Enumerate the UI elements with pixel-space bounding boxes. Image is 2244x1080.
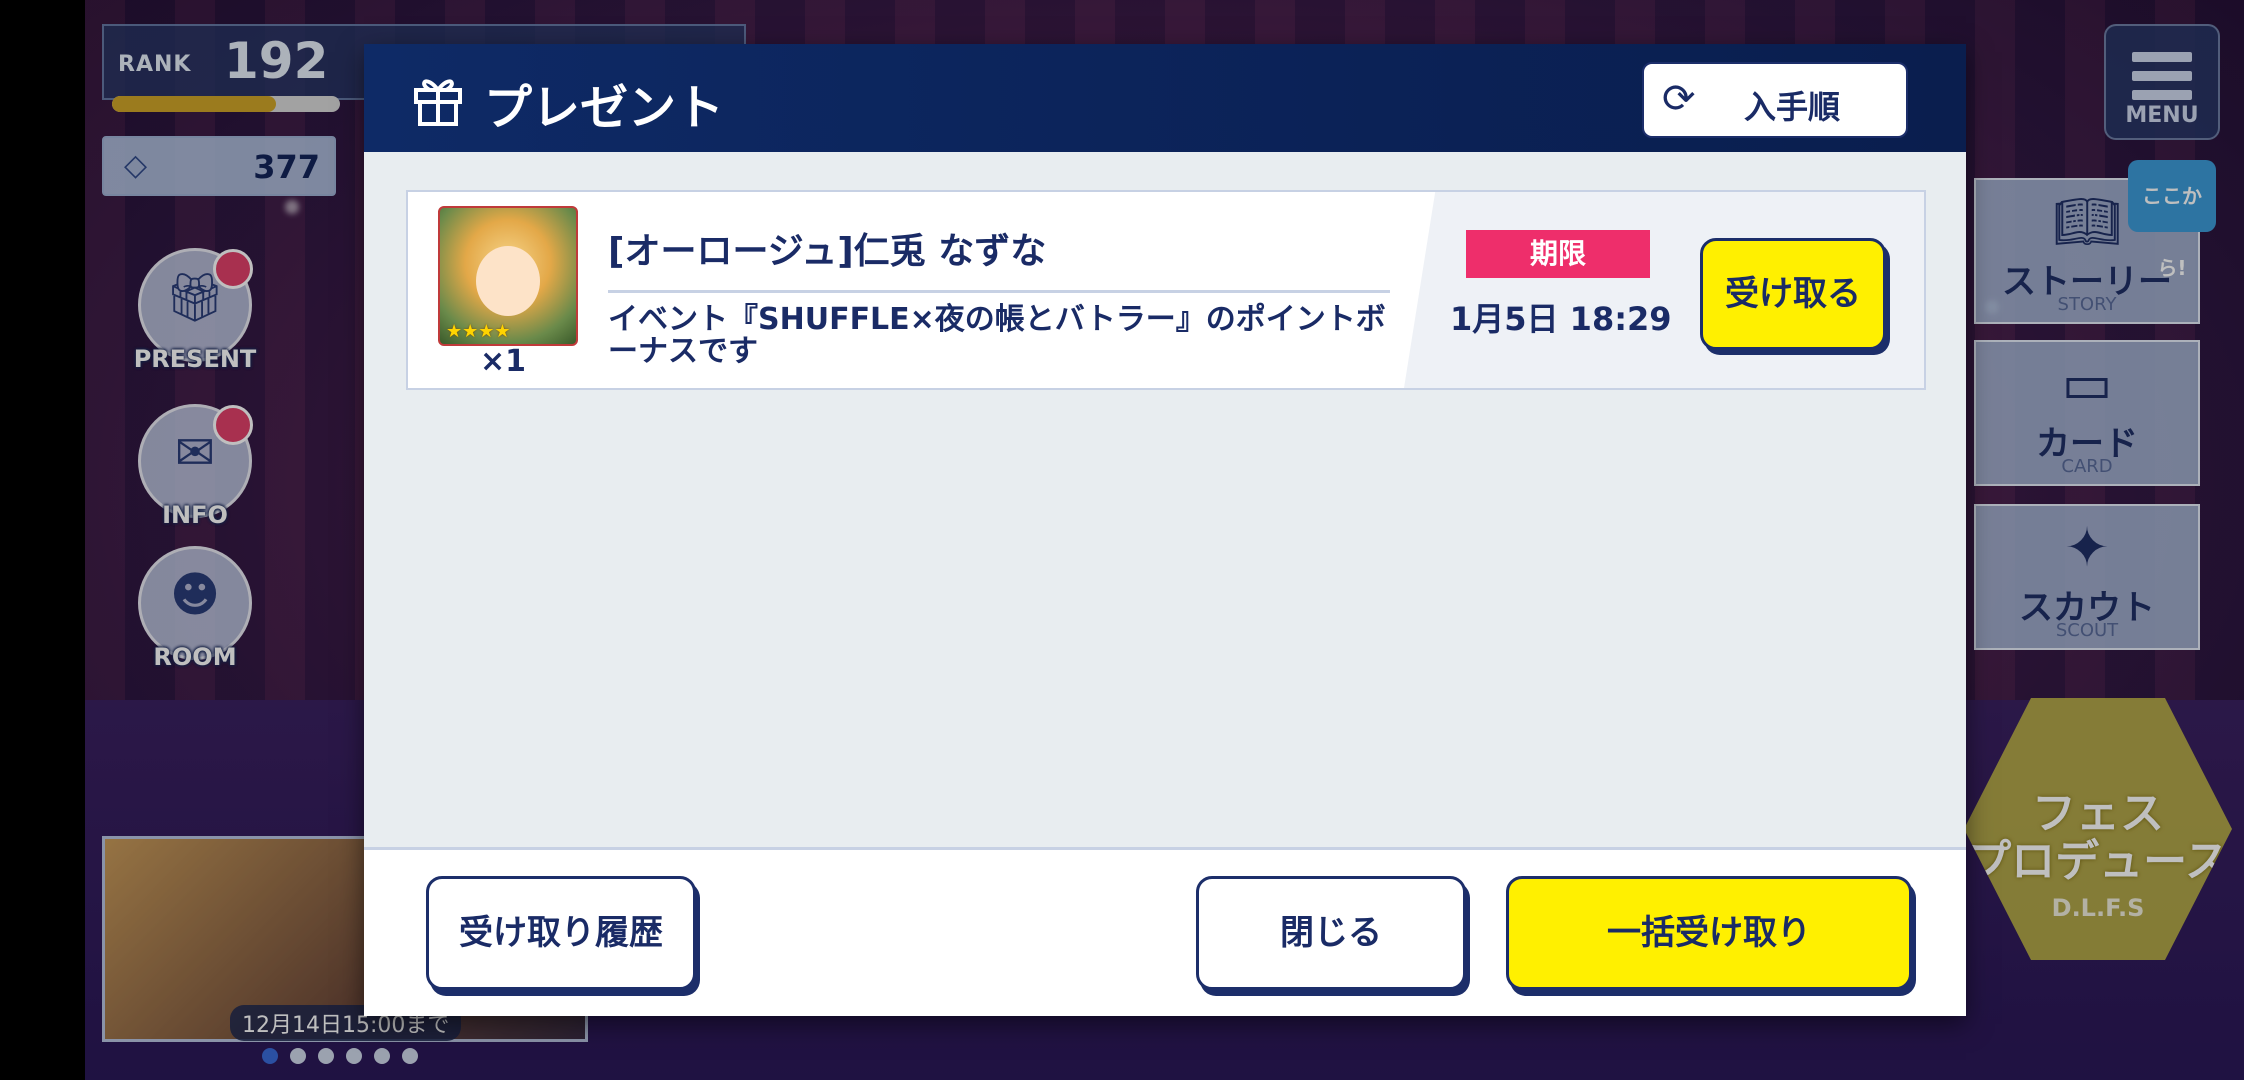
receive-history-button[interactable]: 受け取り履歴 [426, 876, 696, 990]
receive-button[interactable]: 受け取る [1700, 238, 1886, 350]
deadline-time: 1月5日 18:29 [1450, 300, 1672, 338]
rarity-stars: ★★★★ [446, 321, 511, 342]
modal-title: プレゼント [484, 80, 725, 136]
modal-header: プレゼント ⟳ 入手順 [364, 44, 1966, 152]
modal-footer: 受け取り履歴 閉じる 一括受け取り [364, 847, 1966, 1016]
present-modal: プレゼント ⟳ 入手順 ★★★★ ×1 [オーロージュ]仁兎 なずな イベント『… [364, 44, 1966, 1016]
item-description: イベント『SHUFFLE×夜の帳とバトラー』のポイントボーナスです [608, 302, 1386, 369]
item-name: [オーロージュ]仁兎 なずな [608, 231, 1047, 272]
refresh-icon: ⟳ [1662, 76, 1696, 122]
character-face [476, 246, 540, 316]
present-list-item: ★★★★ ×1 [オーロージュ]仁兎 なずな イベント『SHUFFLE×夜の帳と… [406, 190, 1926, 390]
item-divider [608, 290, 1390, 293]
item-quantity: ×1 [480, 344, 527, 379]
close-button[interactable]: 閉じる [1196, 876, 1466, 990]
sort-order-button[interactable]: ⟳ 入手順 [1642, 62, 1908, 138]
card-thumbnail[interactable]: ★★★★ [438, 206, 578, 346]
deadline-badge: 期限 [1466, 230, 1650, 278]
gift-icon [414, 79, 462, 126]
sort-order-label: 入手順 [1744, 88, 1841, 126]
bulk-receive-button[interactable]: 一括受け取り [1506, 876, 1912, 990]
